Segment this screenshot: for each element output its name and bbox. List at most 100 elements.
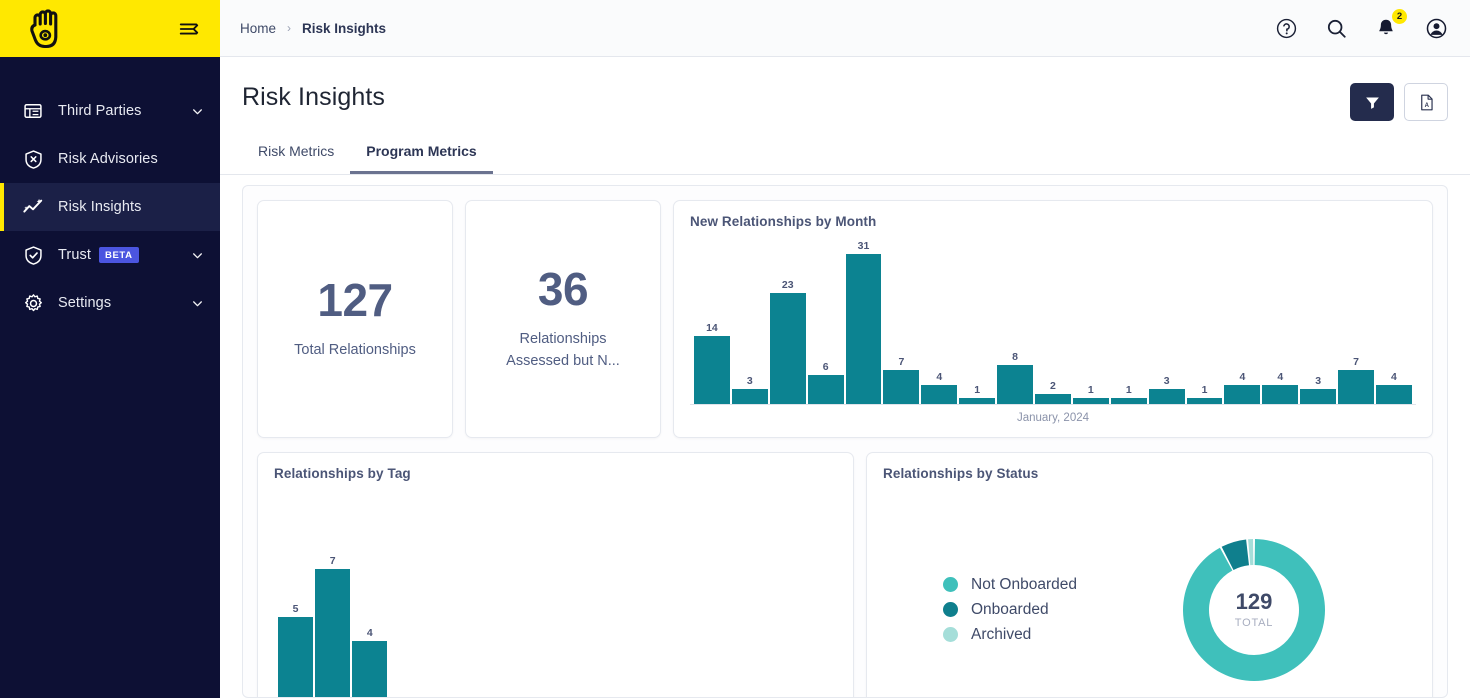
sidebar-item-risk-insights[interactable]: Risk Insights bbox=[0, 183, 220, 231]
bar-column[interactable]: 4 bbox=[921, 229, 958, 404]
bar-column[interactable]: 14 bbox=[694, 229, 730, 404]
bar[interactable] bbox=[807, 375, 844, 404]
chevron-down-icon[interactable] bbox=[191, 249, 204, 262]
bar-column[interactable]: 31 bbox=[845, 229, 882, 404]
bar-column[interactable]: 7 bbox=[1338, 229, 1375, 404]
donut-slice[interactable] bbox=[1248, 538, 1254, 565]
bar[interactable] bbox=[315, 569, 351, 697]
chevron-down-icon[interactable] bbox=[191, 297, 204, 310]
sidebar: Third Parties Risk Advisories Risk Insig… bbox=[0, 0, 220, 698]
donut-chart-relationships-by-status[interactable]: 129 TOTAL bbox=[1180, 536, 1328, 684]
chart-title: Relationships by Tag bbox=[274, 466, 411, 481]
bar-column[interactable]: 5 bbox=[278, 491, 314, 697]
metrics-row-bottom: Relationships by Tag 574111111111111 Rel… bbox=[257, 452, 1433, 697]
bar-column[interactable]: 1 bbox=[1110, 229, 1147, 404]
tab-risk-metrics[interactable]: Risk Metrics bbox=[242, 143, 350, 174]
user-circle-icon[interactable] bbox=[1424, 16, 1448, 40]
filter-button[interactable] bbox=[1350, 83, 1394, 121]
bar-column[interactable]: 3 bbox=[731, 229, 768, 404]
bar[interactable] bbox=[731, 389, 768, 404]
bar[interactable] bbox=[921, 385, 958, 404]
bar[interactable] bbox=[845, 254, 882, 404]
bar-column[interactable]: 1 bbox=[501, 491, 536, 697]
breadcrumb-current[interactable]: Risk Insights bbox=[302, 21, 386, 36]
bar-column[interactable]: 4 bbox=[1262, 229, 1299, 404]
bar[interactable] bbox=[1148, 389, 1185, 404]
bell-icon[interactable]: 2 bbox=[1374, 9, 1407, 40]
chevron-down-icon[interactable] bbox=[191, 105, 204, 118]
bar-column[interactable]: 1 bbox=[464, 491, 499, 697]
bar-column[interactable]: 1 bbox=[389, 491, 424, 697]
trend-sparkle-icon bbox=[22, 196, 44, 218]
bar[interactable] bbox=[1110, 398, 1147, 404]
bar[interactable] bbox=[1035, 394, 1071, 404]
bar[interactable] bbox=[997, 365, 1034, 404]
bar-value-label: 4 bbox=[1391, 370, 1397, 383]
bar-column[interactable]: 1 bbox=[575, 491, 610, 697]
bar-column[interactable]: 1 bbox=[612, 491, 647, 697]
bar-value-label: 6 bbox=[822, 360, 829, 373]
bar-column[interactable]: 4 bbox=[352, 491, 388, 697]
bar[interactable] bbox=[352, 641, 388, 697]
bar-column[interactable]: 1 bbox=[1072, 229, 1109, 404]
collapse-menu-icon[interactable] bbox=[176, 16, 202, 42]
sidebar-item-third-parties[interactable]: Third Parties bbox=[0, 87, 220, 135]
bar-column[interactable]: 1 bbox=[538, 491, 573, 697]
bar[interactable] bbox=[959, 398, 996, 404]
bar[interactable] bbox=[1300, 389, 1337, 404]
hamsa-hand-logo[interactable] bbox=[28, 8, 66, 49]
bar-column[interactable]: 1 bbox=[959, 229, 996, 404]
search-icon[interactable] bbox=[1324, 16, 1348, 40]
bar-value-label: 7 bbox=[898, 355, 905, 368]
sidebar-item-risk-advisories[interactable]: Risk Advisories bbox=[0, 135, 220, 183]
bar-column[interactable]: 1 bbox=[687, 491, 722, 697]
donut-center: 129 TOTAL bbox=[1210, 565, 1298, 654]
bar[interactable] bbox=[769, 293, 806, 404]
legend-item[interactable]: Onboarded bbox=[943, 601, 1077, 619]
bar[interactable] bbox=[1262, 385, 1299, 404]
bar-column[interactable]: 3 bbox=[1300, 229, 1337, 404]
legend-label: Archived bbox=[971, 625, 1032, 643]
export-pdf-button[interactable]: A bbox=[1404, 83, 1448, 121]
bar[interactable] bbox=[1186, 398, 1223, 404]
bar-column[interactable]: 2 bbox=[1035, 229, 1071, 404]
bar-column[interactable]: 4 bbox=[1224, 229, 1261, 404]
bar-column[interactable]: 1 bbox=[724, 491, 759, 697]
bar-column[interactable]: 8 bbox=[997, 229, 1034, 404]
bar-column[interactable]: 1 bbox=[427, 491, 462, 697]
bar-column[interactable]: 1 bbox=[798, 491, 833, 697]
bar-column[interactable]: 7 bbox=[315, 491, 351, 697]
bar[interactable] bbox=[1338, 370, 1375, 404]
help-circle-icon[interactable] bbox=[1274, 16, 1298, 40]
legend-item[interactable]: Not Onboarded bbox=[943, 576, 1077, 594]
kpi-card-total-relationships: 127 Total Relationships bbox=[257, 200, 453, 438]
bar[interactable] bbox=[1072, 398, 1109, 404]
tab-program-metrics[interactable]: Program Metrics bbox=[350, 143, 493, 174]
bar[interactable] bbox=[1376, 385, 1412, 404]
bar-column[interactable]: 1 bbox=[761, 491, 796, 697]
kpi-label: Relationships Assessed but N... bbox=[506, 330, 620, 369]
bar-column[interactable]: 4 bbox=[1376, 229, 1412, 404]
legend-item[interactable]: Archived bbox=[943, 626, 1077, 644]
page-title: Risk Insights bbox=[242, 83, 386, 111]
sidebar-item-settings[interactable]: Settings bbox=[0, 279, 220, 327]
bar-column[interactable]: 7 bbox=[883, 229, 920, 404]
bar-column[interactable]: 1 bbox=[649, 491, 684, 697]
sidebar-nav: Third Parties Risk Advisories Risk Insig… bbox=[0, 57, 220, 327]
chart-card-new-relationships-by-month: New Relationships by Month 14 3 23 6 31 7 4 1 8 2… bbox=[673, 200, 1433, 438]
bar-column[interactable]: 3 bbox=[1148, 229, 1185, 404]
bar-value-label: 1 bbox=[1087, 383, 1094, 396]
sidebar-item-label: Settings bbox=[58, 295, 112, 311]
bar[interactable] bbox=[278, 617, 314, 697]
bar-column[interactable]: 6 bbox=[807, 229, 844, 404]
bar-column[interactable]: 1 bbox=[1186, 229, 1223, 404]
kpi-value: 127 bbox=[317, 273, 393, 326]
bar[interactable] bbox=[694, 336, 730, 404]
bar-column[interactable]: 23 bbox=[769, 229, 806, 404]
sidebar-item-trust[interactable]: Trust BETA bbox=[0, 231, 220, 279]
beta-badge: BETA bbox=[99, 247, 139, 263]
bar[interactable] bbox=[883, 370, 920, 404]
breadcrumb-home[interactable]: Home bbox=[240, 21, 276, 36]
bar[interactable] bbox=[1224, 385, 1261, 404]
bar-value-label: 3 bbox=[746, 374, 753, 387]
